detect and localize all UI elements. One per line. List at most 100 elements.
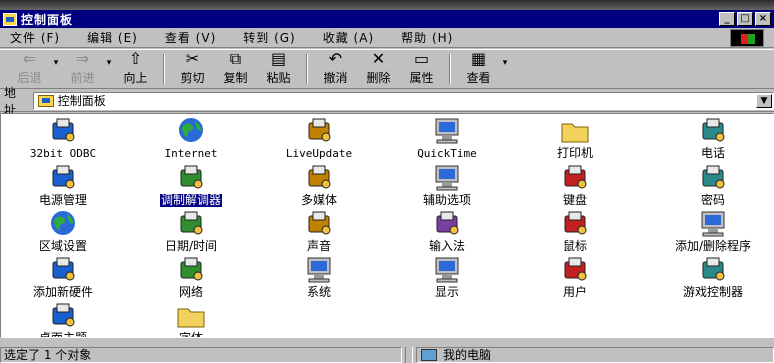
menu-view[interactable]: 查看 (V): [165, 29, 216, 46]
control-panel-item[interactable]: 字体: [141, 300, 241, 338]
control-panel-item[interactable]: QuickTime: [397, 115, 497, 160]
control-panel-item[interactable]: LiveUpdate: [269, 115, 369, 160]
multimedia-icon: [303, 162, 335, 192]
control-panel-small-icon: [37, 94, 54, 107]
control-panel-item[interactable]: 区域设置: [13, 208, 113, 253]
control-panel-item[interactable]: 系统: [269, 254, 369, 299]
back-arrow-icon: ⇐: [22, 49, 37, 68]
explorer-window: 控制面板 _ □ × 文件 (F) 编辑 (E) 查看 (V) 转到 (G) 收…: [0, 10, 774, 363]
add-hardware-icon: [47, 254, 79, 284]
menu-bar: 文件 (F) 编辑 (E) 查看 (V) 转到 (G) 收藏 (A) 帮助 (H…: [0, 28, 774, 48]
menu-go[interactable]: 转到 (G): [243, 29, 295, 46]
control-panel-item-label: LiveUpdate: [285, 147, 353, 160]
speaker-icon: [303, 208, 335, 238]
menu-edit[interactable]: 编辑 (E): [87, 29, 138, 46]
control-panel-item[interactable]: 鼠标: [525, 208, 625, 253]
desktop-themes-icon: [47, 300, 79, 330]
menu-favorites[interactable]: 收藏 (A): [323, 29, 374, 46]
printer-folder-icon: [559, 115, 591, 145]
toolbar-separator: [163, 54, 165, 84]
control-panel-item[interactable]: 游戏控制器: [663, 254, 763, 299]
back-button[interactable]: ⇐ 后退: [8, 50, 51, 88]
control-panel-item[interactable]: 用户: [525, 254, 625, 299]
delete-button[interactable]: ✕ 删除: [357, 50, 400, 88]
up-button[interactable]: ⇧ 向上: [114, 50, 157, 88]
control-panel-item-label: 网络: [178, 285, 203, 299]
control-panel-item-label: 用户: [562, 285, 587, 299]
globe-icon: [47, 208, 79, 238]
cut-button[interactable]: ✂ 剪切: [171, 50, 214, 88]
address-dropdown-button[interactable]: ▼: [756, 93, 772, 108]
windows-logo-throbber: [730, 29, 764, 47]
window-controls: _ □ ×: [719, 12, 771, 26]
control-panel-item[interactable]: 32bit ODBC: [13, 115, 113, 160]
undo-button[interactable]: ↶ 撤消: [314, 50, 357, 88]
control-panel-item-label: 日期/时间: [164, 239, 218, 253]
control-panel-item[interactable]: 声音: [269, 208, 369, 253]
mouse-icon: [559, 208, 591, 238]
status-zone: 我的电脑: [416, 346, 774, 363]
control-panel-item[interactable]: 输入法: [397, 208, 497, 253]
control-panel-item[interactable]: 键盘: [525, 162, 625, 207]
control-panel-item[interactable]: 密码: [663, 162, 763, 207]
scissors-icon: ✂: [185, 49, 200, 68]
password-keys-icon: [697, 162, 729, 192]
control-panel-item[interactable]: 电源管理: [13, 162, 113, 207]
my-computer-icon: [421, 348, 437, 361]
control-panel-item[interactable]: 打印机: [525, 115, 625, 160]
control-panel-item[interactable]: 桌面主题: [13, 300, 113, 337]
control-panel-item-label: 键盘: [562, 193, 587, 207]
control-panel-item[interactable]: 显示: [397, 254, 497, 299]
system-computer-icon: [303, 254, 335, 284]
keyboard-icon: [559, 162, 591, 192]
minimize-button[interactable]: _: [719, 12, 735, 26]
close-button[interactable]: ×: [755, 12, 771, 26]
back-dropdown-icon[interactable]: ▾: [51, 58, 61, 68]
maximize-button[interactable]: □: [737, 12, 753, 26]
control-panel-item[interactable]: 电话: [663, 115, 763, 160]
control-panel-item-label: 游戏控制器: [682, 285, 743, 299]
address-bar: 地址 控制面板 ▼: [0, 86, 774, 117]
control-panel-item[interactable]: Internet: [141, 115, 241, 160]
menu-help[interactable]: 帮助 (H): [401, 29, 453, 46]
forward-dropdown-icon[interactable]: ▾: [104, 58, 114, 68]
properties-button[interactable]: ▭ 属性: [400, 50, 443, 88]
control-panel-item[interactable]: 日期/时间: [141, 208, 241, 253]
paste-button[interactable]: ▤ 粘贴: [257, 50, 300, 88]
users-icon: [559, 254, 591, 284]
control-panel-icon: [3, 12, 17, 26]
copy-button[interactable]: ⧉ 复制: [214, 50, 257, 88]
control-panel-item-label: 电话: [700, 146, 725, 160]
add-remove-programs-icon: [697, 208, 729, 238]
control-panel-item-label: QuickTime: [417, 147, 477, 160]
control-panel-item-label: 字体: [178, 331, 203, 338]
control-panel-item-label: 打印机: [556, 146, 593, 160]
forward-button[interactable]: ⇒ 前进: [61, 50, 104, 88]
control-panel-item[interactable]: 添加/删除程序: [663, 208, 763, 253]
control-panel-item-label: 调制解调器: [159, 193, 222, 207]
control-panel-item-label: 系统: [306, 285, 331, 299]
control-panel-item[interactable]: 添加新硬件: [13, 254, 113, 299]
views-button[interactable]: ▦ 查看: [457, 50, 500, 88]
views-dropdown-icon[interactable]: ▾: [500, 58, 510, 68]
control-panel-item[interactable]: 调制解调器: [141, 162, 241, 207]
views-grid-icon: ▦: [470, 49, 487, 68]
menu-file[interactable]: 文件 (F): [10, 29, 60, 46]
accessibility-icon: [431, 162, 463, 192]
telephony-icon: [697, 115, 729, 145]
control-panel-item[interactable]: 多媒体: [269, 162, 369, 207]
control-panel-item-label: 区域设置: [38, 239, 87, 253]
game-controller-icon: [697, 254, 729, 284]
title-bar[interactable]: 控制面板 _ □ ×: [0, 10, 774, 28]
status-divider: [405, 346, 413, 363]
address-value: 控制面板: [57, 94, 106, 108]
calendar-clock-icon: [175, 208, 207, 238]
control-panel-item-label: 多媒体: [300, 193, 337, 207]
control-panel-item[interactable]: 网络: [141, 254, 241, 299]
address-input[interactable]: 控制面板 ▼: [32, 91, 774, 110]
power-icon: [47, 162, 79, 192]
control-panel-item-label: 输入法: [428, 239, 465, 253]
modem-icon: [175, 162, 207, 192]
control-panel-item[interactable]: 辅助选项: [397, 162, 497, 207]
control-panel-item-label: 声音: [306, 239, 331, 253]
